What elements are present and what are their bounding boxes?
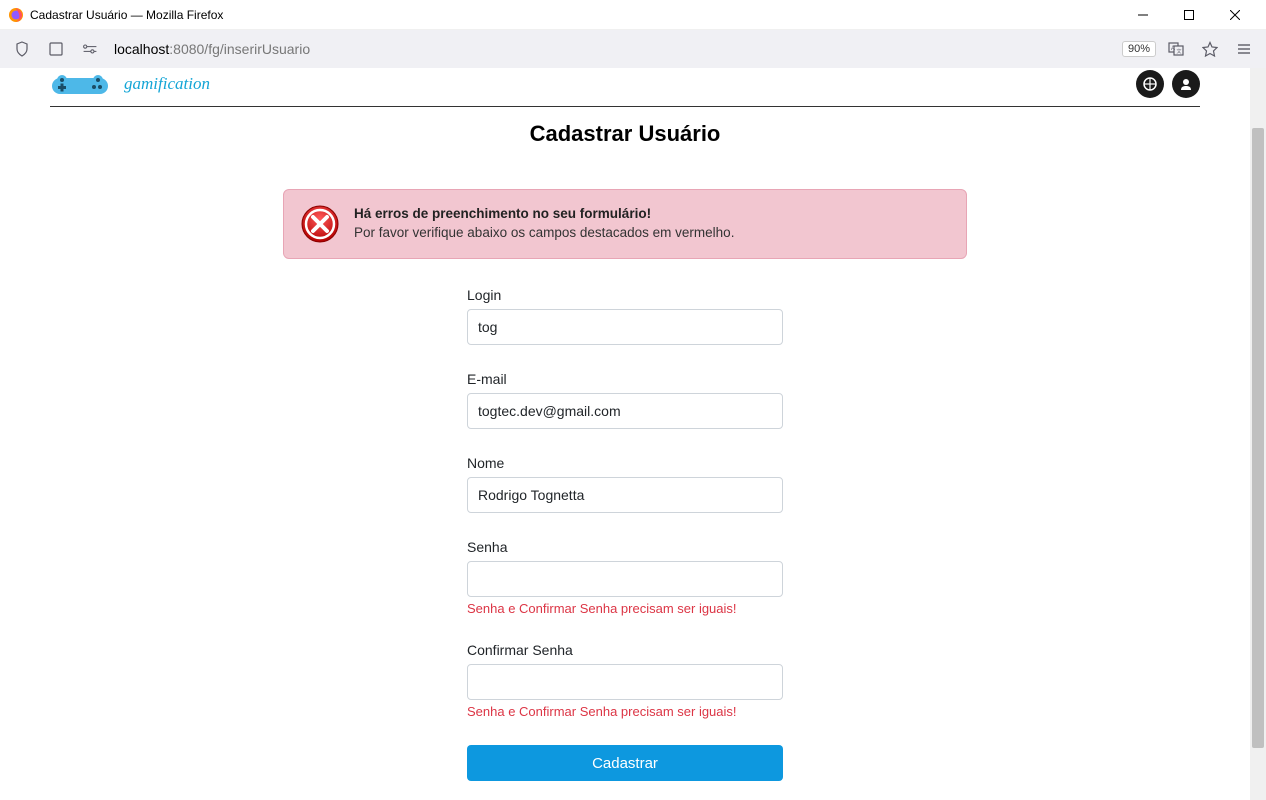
minimize-button[interactable] bbox=[1120, 0, 1166, 30]
gamepad-icon bbox=[50, 72, 122, 96]
register-form: Login E-mail Nome Senha Senha e Confirma… bbox=[467, 287, 783, 781]
page-title: Cadastrar Usuário bbox=[50, 121, 1200, 147]
login-input[interactable] bbox=[467, 309, 783, 345]
shield-icon[interactable] bbox=[8, 35, 36, 63]
page-info-icon[interactable] bbox=[42, 35, 70, 63]
email-input[interactable] bbox=[467, 393, 783, 429]
nome-input[interactable] bbox=[467, 477, 783, 513]
senha-input[interactable] bbox=[467, 561, 783, 597]
window-titlebar: Cadastrar Usuário — Mozilla Firefox bbox=[0, 0, 1266, 30]
permissions-icon[interactable] bbox=[76, 35, 104, 63]
svg-text:A: A bbox=[1171, 46, 1175, 52]
header-user-icon[interactable] bbox=[1172, 70, 1200, 98]
vertical-scrollbar[interactable] bbox=[1250, 68, 1266, 800]
confirmar-senha-input[interactable] bbox=[467, 664, 783, 700]
alert-text: Há erros de preenchimento no seu formulá… bbox=[354, 205, 734, 243]
alert-body: Por favor verifique abaixo os campos des… bbox=[354, 225, 734, 240]
confirmar-senha-error: Senha e Confirmar Senha precisam ser igu… bbox=[467, 704, 783, 719]
svg-text:文: 文 bbox=[1177, 48, 1182, 55]
bookmark-icon[interactable] bbox=[1196, 35, 1224, 63]
window-controls bbox=[1120, 0, 1258, 30]
zoom-badge[interactable]: 90% bbox=[1122, 41, 1156, 57]
logo[interactable]: gamification bbox=[50, 72, 210, 96]
window-title: Cadastrar Usuário — Mozilla Firefox bbox=[30, 8, 1120, 22]
url-host: localhost bbox=[114, 41, 169, 57]
senha-group: Senha Senha e Confirmar Senha precisam s… bbox=[467, 539, 783, 616]
firefox-icon bbox=[8, 7, 24, 23]
error-icon bbox=[300, 204, 340, 244]
error-alert: Há erros de preenchimento no seu formulá… bbox=[283, 189, 967, 259]
header-icons bbox=[1136, 70, 1200, 98]
email-label: E-mail bbox=[467, 371, 783, 387]
page-content: gamification Cadastrar U bbox=[0, 68, 1250, 800]
nome-group: Nome bbox=[467, 455, 783, 513]
nome-label: Nome bbox=[467, 455, 783, 471]
email-group: E-mail bbox=[467, 371, 783, 429]
login-label: Login bbox=[467, 287, 783, 303]
page-header: gamification bbox=[50, 68, 1200, 107]
cadastrar-button[interactable]: Cadastrar bbox=[467, 745, 783, 781]
senha-error: Senha e Confirmar Senha precisam ser igu… bbox=[467, 601, 783, 616]
url-bar[interactable]: localhost:8080/fg/inserirUsuario bbox=[110, 41, 1116, 57]
scrollbar-thumb[interactable] bbox=[1252, 128, 1264, 748]
header-link-icon[interactable] bbox=[1136, 70, 1164, 98]
browser-toolbar: localhost:8080/fg/inserirUsuario 90% A 文 bbox=[0, 30, 1266, 68]
url-path: :8080/fg/inserirUsuario bbox=[169, 41, 310, 57]
login-group: Login bbox=[467, 287, 783, 345]
logo-text: gamification bbox=[124, 74, 210, 94]
translate-icon[interactable]: A 文 bbox=[1162, 35, 1190, 63]
confirmar-senha-group: Confirmar Senha Senha e Confirmar Senha … bbox=[467, 642, 783, 719]
senha-label: Senha bbox=[467, 539, 783, 555]
confirmar-senha-label: Confirmar Senha bbox=[467, 642, 783, 658]
menu-icon[interactable] bbox=[1230, 35, 1258, 63]
maximize-button[interactable] bbox=[1166, 0, 1212, 30]
alert-heading: Há erros de preenchimento no seu formulá… bbox=[354, 206, 651, 221]
close-button[interactable] bbox=[1212, 0, 1258, 30]
